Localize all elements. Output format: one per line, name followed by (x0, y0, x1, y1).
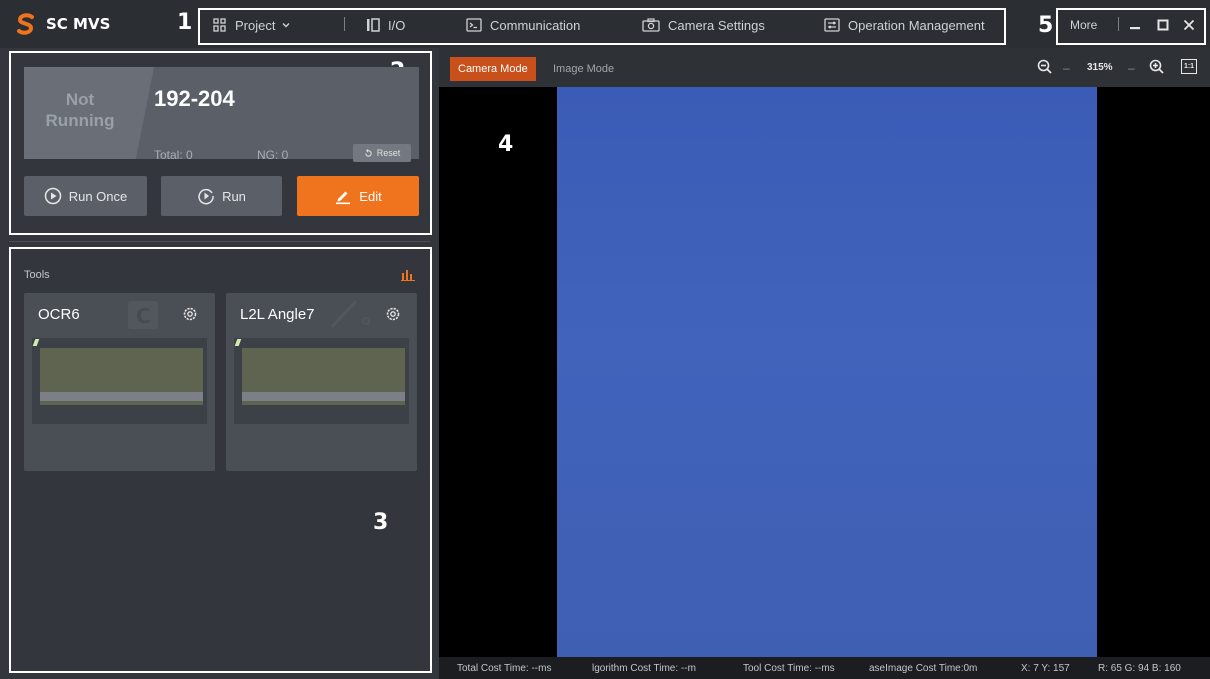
controls-separator (1118, 17, 1119, 31)
tool-thumbnail-bar (40, 392, 203, 401)
panel-divider (9, 241, 430, 242)
run-status-indicator: Not Running (24, 67, 154, 159)
camera-image[interactable] (557, 87, 1097, 657)
status-bar: Total Cost Time: --ms lgorithm Cost Time… (439, 657, 1210, 679)
menu-operation-management[interactable]: Operation Management (824, 15, 985, 35)
menu-communication[interactable]: Communication (466, 15, 580, 35)
tool-name: L2L Angle7 (240, 306, 315, 323)
operation-icon (824, 18, 840, 32)
fit-one-to-one-label: 1:1 (1183, 63, 1195, 70)
app-brand: SC MVS (14, 10, 110, 38)
algorithm-cost-time: lgorithm Cost Time: --m (592, 663, 696, 674)
base-image-cost-time: aseImage Cost Time:0m (869, 663, 978, 674)
menu-project-label: Project (235, 17, 276, 33)
angle-watermark-icon (330, 299, 370, 329)
camera-mode-label: Camera Mode (458, 63, 528, 75)
camera-mode-tab[interactable]: Camera Mode (450, 57, 536, 81)
run-button[interactable]: Run (161, 176, 282, 216)
zoom-in-icon[interactable] (1149, 59, 1164, 74)
total-cost-time: Total Cost Time: --ms (457, 663, 552, 674)
zoom-level: 315% (1087, 62, 1113, 73)
edit-button[interactable]: Edit (297, 176, 419, 216)
reset-icon (365, 148, 372, 157)
camera-icon (642, 18, 660, 32)
reset-label: Reset (376, 148, 401, 158)
ng-count: NG: 0 (257, 148, 289, 162)
image-mode-tab[interactable]: Image Mode (545, 57, 622, 81)
zoom-separator: – (1063, 61, 1070, 75)
zoom-separator: – (1128, 61, 1135, 75)
callout-3: 3 (373, 510, 389, 535)
image-viewer: Camera Mode Image Mode – 315% – 1:1 4 To… (439, 48, 1210, 679)
image-mode-label: Image Mode (553, 63, 615, 75)
maximize-button[interactable] (1157, 15, 1169, 35)
menu-io-label: I/O (388, 17, 406, 33)
reset-button[interactable]: Reset (353, 144, 411, 162)
io-icon (366, 18, 380, 32)
close-icon (1183, 19, 1195, 31)
callout-4: 4 (498, 132, 514, 157)
run-once-button[interactable]: Run Once (24, 176, 147, 216)
tool-thumbnail (32, 338, 207, 424)
tool-thumbnail-bar (242, 392, 405, 401)
menu-operation-management-label: Operation Management (848, 17, 985, 33)
project-icon (213, 18, 227, 32)
tool-thumbnail (234, 338, 409, 424)
zoom-out-icon[interactable] (1037, 59, 1052, 74)
tool-thumbnail-marker (32, 339, 40, 346)
menu-separator (344, 17, 345, 31)
callout-5: 5 (1038, 13, 1054, 38)
close-button[interactable] (1183, 15, 1195, 35)
run-status-text: Not Running (24, 89, 136, 131)
minimize-icon (1130, 27, 1140, 30)
tools-label: Tools (24, 269, 50, 281)
tool-card-l2l-angle[interactable]: L2L Angle7 (226, 293, 417, 471)
run-label: Run (222, 188, 246, 204)
run-status-line1: Not (65, 90, 95, 109)
left-panel: 2 Not Running 192-204 Total: 0 NG: 0 Res… (0, 48, 439, 679)
menu-io[interactable]: I/O (366, 15, 405, 35)
menu-project[interactable]: Project (213, 15, 291, 35)
callout-1: 1 (177, 10, 193, 35)
menu-communication-label: Communication (490, 17, 581, 33)
tool-thumbnail-marker (234, 339, 242, 346)
app-logo-icon (17, 13, 34, 35)
menu-camera-settings-label: Camera Settings (668, 17, 765, 33)
pencil-icon (334, 187, 352, 205)
svg-text:C: C (136, 304, 151, 328)
edit-label: Edit (359, 188, 382, 204)
viewer-toolbar: Camera Mode Image Mode – 315% – 1:1 (439, 48, 1210, 87)
run-status-line2: Running (45, 111, 115, 130)
tool-cost-time: Tool Cost Time: --ms (743, 663, 835, 674)
more-button[interactable]: More (1070, 15, 1097, 35)
gear-icon[interactable] (385, 306, 401, 327)
gear-icon[interactable] (182, 306, 198, 327)
tool-card-ocr[interactable]: C OCR6 (24, 293, 215, 471)
terminal-icon (466, 18, 482, 32)
bar-chart-icon[interactable] (401, 268, 415, 286)
pixel-rgb-value: R: 65 G: 94 B: 160 (1098, 663, 1181, 674)
tool-name: OCR6 (38, 306, 80, 323)
play-circle-icon (44, 187, 62, 205)
run-once-label: Run Once (68, 188, 128, 204)
maximize-icon (1157, 19, 1169, 31)
more-label: More (1070, 18, 1098, 32)
chevron-down-icon (281, 20, 291, 30)
loop-play-icon (197, 187, 215, 205)
app-name: SC MVS (46, 15, 111, 33)
top-menu-bar: SC MVS 1 Project I/O Communication Camer… (0, 0, 1210, 48)
menu-camera-settings[interactable]: Camera Settings (642, 15, 765, 35)
fit-one-to-one-button[interactable]: 1:1 (1181, 59, 1197, 74)
minimize-button[interactable] (1129, 15, 1141, 35)
pixel-coordinates: X: 7 Y: 157 (1021, 663, 1070, 674)
run-status-card: Not Running 192-204 Total: 0 NG: 0 Reset (24, 67, 419, 162)
total-count: Total: 0 (154, 148, 193, 162)
ocr-watermark-icon: C (128, 301, 158, 329)
solution-id: 192-204 (154, 86, 235, 111)
